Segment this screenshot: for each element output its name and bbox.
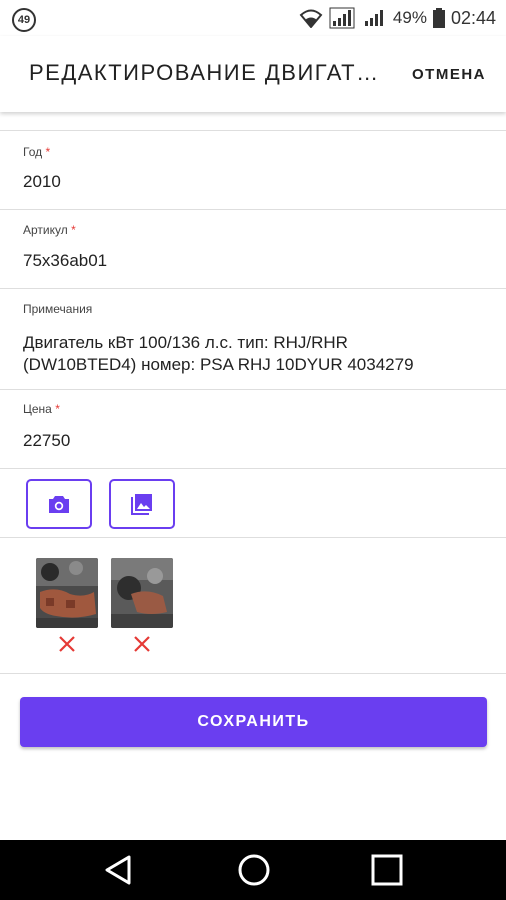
year-field[interactable]: Год * 2010: [0, 131, 506, 210]
notes-input[interactable]: Двигатель кВт 100/136 л.с. тип: RHJ/RHR …: [23, 332, 463, 376]
divider: [0, 537, 506, 538]
camera-button[interactable]: [26, 479, 92, 529]
price-input[interactable]: 22750: [23, 430, 70, 452]
home-icon[interactable]: [236, 852, 272, 888]
navigation-bar: [0, 840, 506, 900]
article-input[interactable]: 75x36ab01: [23, 250, 107, 272]
year-label: Год *: [23, 145, 51, 159]
signal-icon-sim1: [329, 7, 355, 29]
cancel-button[interactable]: ОТМЕНА: [412, 66, 486, 83]
save-button[interactable]: СОХРАНИТЬ: [20, 697, 487, 747]
battery-icon: [432, 8, 445, 28]
engine-photo-1[interactable]: [36, 558, 98, 628]
article-label: Артикул *: [23, 223, 76, 237]
price-label: Цена *: [23, 402, 60, 416]
page-title: РЕДАКТИРОВАНИЕ ДВИГАТ…: [29, 60, 380, 85]
app-bar: РЕДАКТИРОВАНИЕ ДВИГАТ… ОТМЕНА: [0, 36, 506, 112]
notes-label: Примечания: [23, 302, 93, 316]
battery-percent: 49%: [392, 8, 427, 27]
price-field[interactable]: Цена * 22750: [0, 390, 506, 469]
recents-icon[interactable]: [369, 852, 405, 888]
divider: [0, 673, 506, 674]
year-input[interactable]: 2010: [23, 171, 61, 193]
remove-photo-1-close-icon[interactable]: [57, 634, 77, 654]
remove-photo-2-close-icon[interactable]: [132, 634, 152, 654]
status-icons: 49% 02:44: [299, 6, 496, 30]
gallery-button[interactable]: [109, 479, 175, 529]
notes-field[interactable]: Примечания Двигатель кВт 100/136 л.с. ти…: [0, 289, 506, 390]
article-field[interactable]: Артикул * 75x36ab01: [0, 210, 506, 289]
clock: 02:44: [450, 7, 496, 28]
status-bar: 49 49% 02:44: [0, 0, 506, 36]
edit-form: Год * 2010 Артикул * 75x36ab01 Примечани…: [0, 112, 506, 840]
engine-photo-2[interactable]: [111, 558, 173, 628]
back-icon[interactable]: [101, 852, 137, 888]
signal-icon-sim2: [361, 7, 387, 29]
notification-count-badge: 49: [12, 8, 36, 32]
wifi-icon: [299, 8, 323, 28]
